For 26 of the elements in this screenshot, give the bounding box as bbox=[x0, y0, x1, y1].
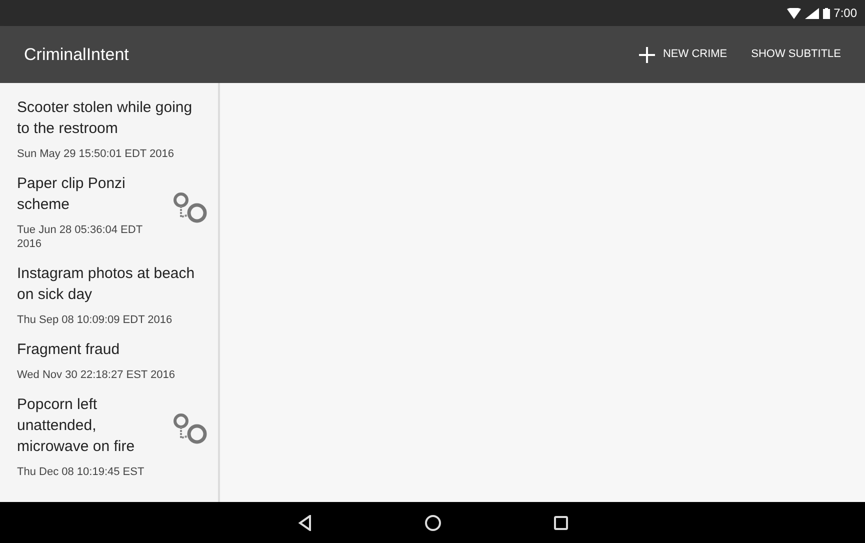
crime-date: Sun May 29 15:50:01 EDT 2016 bbox=[17, 147, 175, 161]
crime-title: Scooter stolen while going to the restroom bbox=[17, 98, 194, 139]
new-crime-button[interactable]: NEW CRIME bbox=[638, 46, 728, 63]
crime-title: Popcorn left unattended, microwave on fire bbox=[17, 395, 136, 457]
crime-title: Instagram photos at beach on sick day bbox=[17, 264, 196, 305]
crime-title: Fragment fraud bbox=[17, 340, 121, 360]
signal-icon bbox=[804, 8, 819, 18]
back-icon[interactable] bbox=[298, 514, 312, 530]
crime-list-item[interactable]: Instagram photos at beach on sick day Thu Sep 08 10:09:09 EDT 2016 bbox=[0, 263, 218, 339]
clock-time: 7:00 bbox=[834, 5, 857, 22]
crime-list-item[interactable]: Popcorn left unattended, microwave on fire Thu Dec 08 10:19:45 EST bbox=[0, 394, 218, 491]
crime-list-item[interactable]: Scooter stolen while going to the restroom Sun May 29 15:50:01 EDT 2016 bbox=[0, 97, 218, 173]
app-title: CriminalIntent bbox=[24, 44, 129, 66]
crime-date: Tue Jun 28 05:36:04 EDT 2016 bbox=[17, 223, 144, 251]
battery-icon bbox=[822, 8, 830, 18]
crime-list-item[interactable]: Fragment fraud Wed Nov 30 22:18:27 EST 2016 bbox=[0, 339, 218, 394]
crime-date: Wed Nov 30 22:18:27 EST 2016 bbox=[17, 368, 176, 382]
plus-icon bbox=[638, 46, 655, 62]
crime-title: Paper clip Ponzi scheme bbox=[17, 174, 126, 215]
crime-date: Thu Sep 08 10:09:09 EDT 2016 bbox=[17, 313, 174, 327]
recents-icon[interactable] bbox=[554, 516, 568, 530]
wifi-icon bbox=[786, 8, 801, 18]
crime-list-item[interactable]: Paper clip Ponzi scheme Tue Jun 28 05:36:04 EDT 2016 bbox=[0, 173, 218, 263]
show-subtitle-button[interactable]: SHOW SUBTITLE bbox=[751, 46, 841, 63]
crime-date: Thu Dec 08 10:19:45 EST bbox=[17, 465, 146, 479]
home-icon[interactable] bbox=[424, 514, 440, 530]
